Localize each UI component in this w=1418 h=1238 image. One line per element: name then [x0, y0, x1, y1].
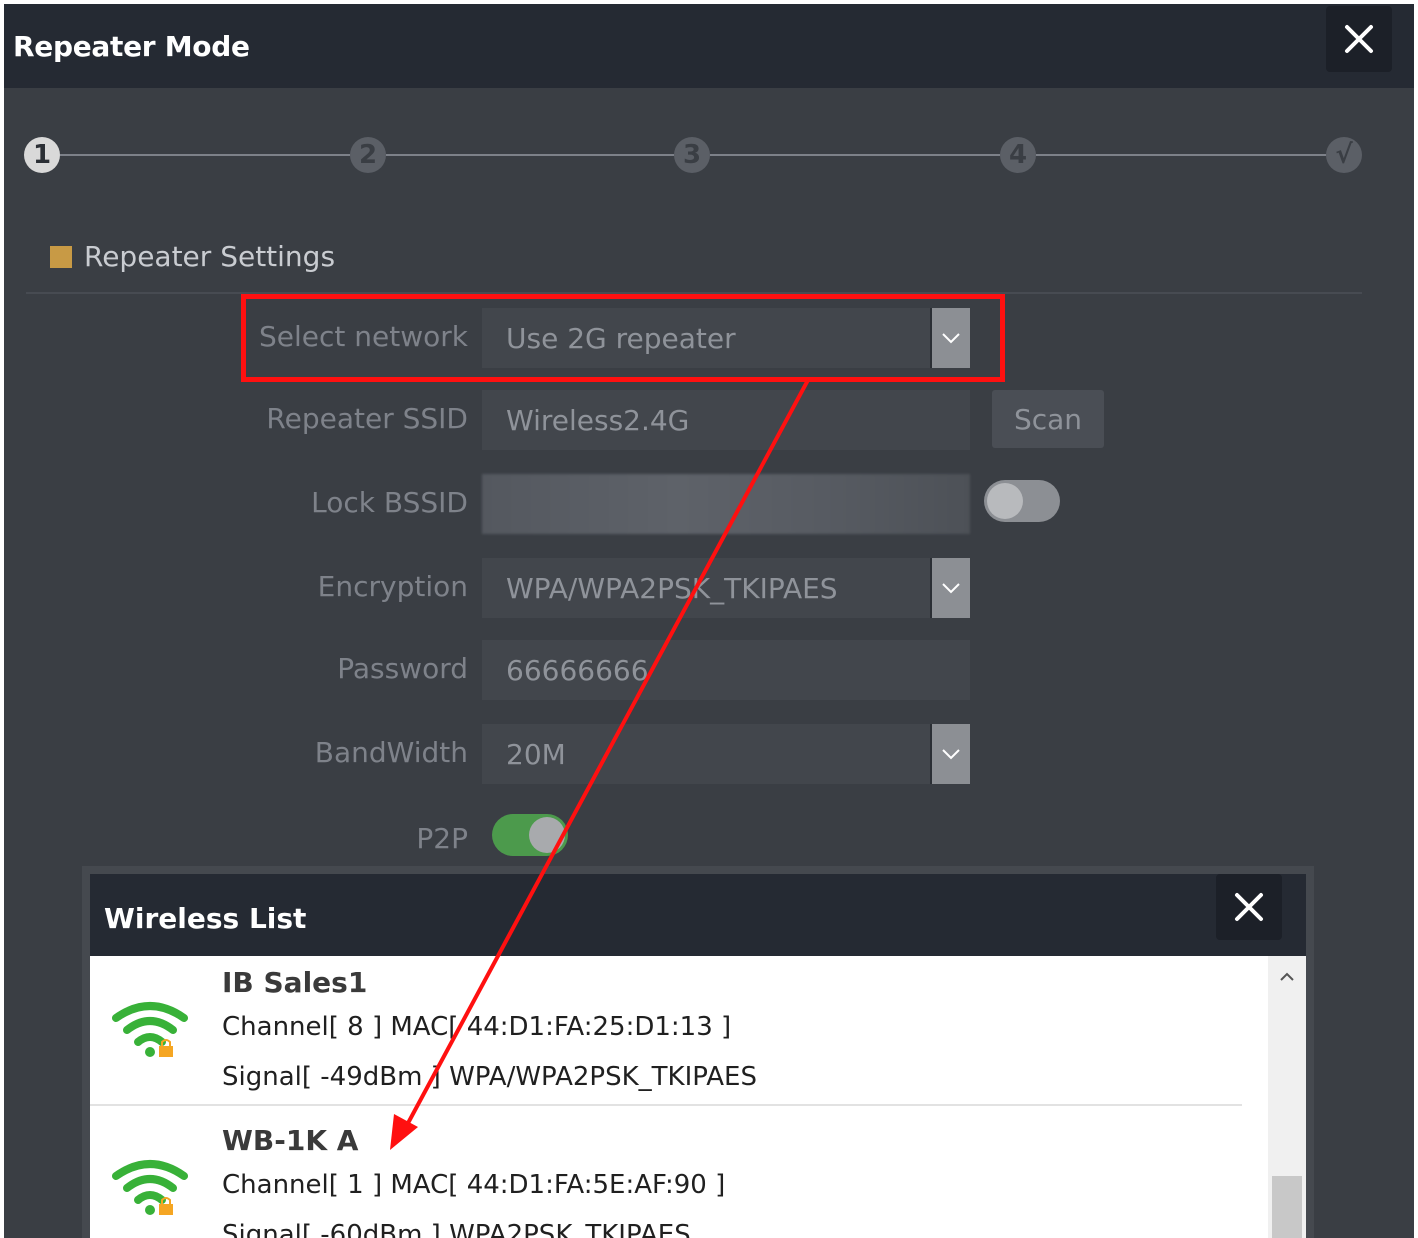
- list-item[interactable]: IB Sales1 Channel[ 8 ] MAC[ 44:D1:FA:25:…: [90, 956, 1242, 1106]
- password-label: Password: [337, 652, 468, 685]
- encryption-row: Encryption WPA/WPA2PSK_TKIPAES: [4, 558, 1414, 618]
- network-ssid: IB Sales1: [222, 966, 368, 999]
- network-signal-encryption: Signal[ -60dBm ] WPA2PSK_TKIPAES: [222, 1220, 691, 1238]
- step-2: 2: [350, 137, 386, 173]
- lock-bssid-input[interactable]: [482, 474, 970, 534]
- encryption-value: WPA/WPA2PSK_TKIPAES: [506, 572, 838, 605]
- encryption-dropdown[interactable]: WPA/WPA2PSK_TKIPAES: [482, 558, 970, 618]
- wireless-list-header: Wireless List: [90, 874, 1306, 956]
- wireless-list-close-button[interactable]: [1216, 874, 1282, 940]
- bandwidth-row: BandWidth 20M: [4, 724, 1414, 784]
- wireless-list-title: Wireless List: [104, 902, 307, 935]
- p2p-label: P2P: [416, 822, 468, 855]
- step-indicator: 1 2 3 4 √: [4, 4, 1414, 204]
- chevron-up-icon[interactable]: [1268, 962, 1306, 992]
- p2p-toggle[interactable]: [492, 814, 568, 856]
- step-1: 1: [24, 137, 60, 173]
- list-divider: [90, 1104, 1242, 1106]
- step-connector: [710, 154, 1000, 156]
- repeater-ssid-label: Repeater SSID: [266, 402, 468, 435]
- network-channel-mac: Channel[ 8 ] MAC[ 44:D1:FA:25:D1:13 ]: [222, 1012, 732, 1042]
- wireless-list-body: IB Sales1 Channel[ 8 ] MAC[ 44:D1:FA:25:…: [90, 956, 1306, 1238]
- network-ssid: WB-1K A: [222, 1124, 359, 1157]
- repeater-ssid-row: Repeater SSID Wireless2.4G: [4, 390, 1414, 450]
- scrollbar[interactable]: [1268, 956, 1306, 1238]
- repeater-ssid-input[interactable]: Wireless2.4G: [482, 390, 970, 450]
- step-done: √: [1326, 137, 1362, 173]
- lock-bssid-row: Lock BSSID: [4, 474, 1414, 534]
- annotation-highlight-box: [241, 294, 1005, 382]
- encryption-label: Encryption: [317, 570, 468, 603]
- wifi-locked-icon: [112, 1160, 188, 1215]
- chevron-down-icon[interactable]: [930, 558, 970, 618]
- toggle-knob: [987, 483, 1023, 519]
- section-header: Repeater Settings: [50, 240, 335, 273]
- bandwidth-label: BandWidth: [314, 736, 468, 769]
- network-signal-encryption: Signal[ -49dBm ] WPA/WPA2PSK_TKIPAES: [222, 1062, 757, 1092]
- wireless-list-panel: Wireless List IB Sales1 Channel[ 8 ] MAC…: [82, 866, 1314, 1238]
- section-marker-icon: [50, 245, 72, 268]
- password-row: Password 66666666: [4, 640, 1414, 700]
- password-value: 66666666: [506, 654, 649, 687]
- network-channel-mac: Channel[ 1 ] MAC[ 44:D1:FA:5E:AF:90 ]: [222, 1170, 726, 1200]
- step-connector: [386, 154, 674, 156]
- wifi-locked-icon: [112, 1002, 188, 1057]
- section-title: Repeater Settings: [84, 240, 336, 273]
- lock-bssid-label: Lock BSSID: [311, 486, 468, 519]
- scan-button[interactable]: Scan: [992, 390, 1104, 448]
- step-4: 4: [1000, 137, 1036, 173]
- step-connector: [60, 154, 350, 156]
- list-item[interactable]: WB-1K A Channel[ 1 ] MAC[ 44:D1:FA:5E:AF…: [90, 1114, 1242, 1238]
- scrollbar-thumb[interactable]: [1272, 1176, 1302, 1238]
- lock-bssid-toggle[interactable]: [984, 480, 1060, 522]
- close-icon: [1235, 893, 1263, 921]
- chevron-down-icon[interactable]: [930, 724, 970, 784]
- step-3: 3: [674, 137, 710, 173]
- repeater-ssid-value: Wireless2.4G: [506, 404, 690, 437]
- toggle-knob: [529, 817, 565, 853]
- password-input[interactable]: 66666666: [482, 640, 970, 700]
- p2p-row: P2P: [4, 810, 1414, 870]
- step-connector: [1036, 154, 1326, 156]
- bandwidth-dropdown[interactable]: 20M: [482, 724, 970, 784]
- bandwidth-value: 20M: [506, 738, 566, 771]
